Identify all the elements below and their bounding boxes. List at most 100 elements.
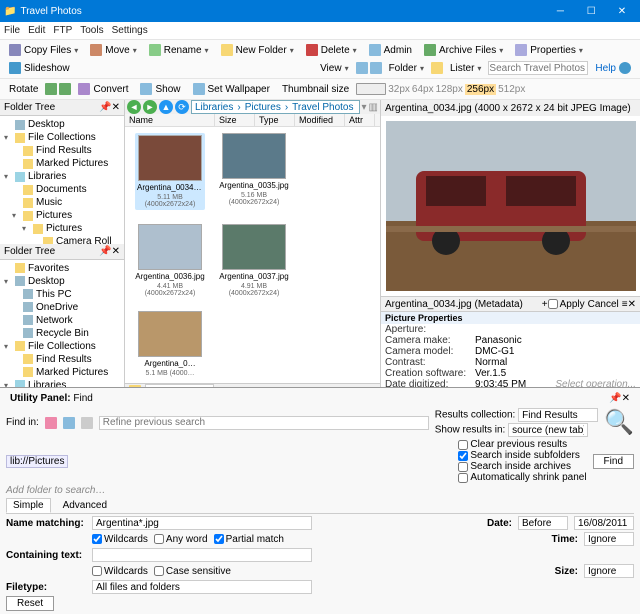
lister-dropdown[interactable]: Lister▾ (445, 61, 486, 76)
time-mode[interactable] (584, 532, 634, 546)
rotate-right-icon[interactable] (59, 83, 71, 95)
close-panel-icon-2[interactable]: ✕ (112, 246, 120, 257)
partial-checkbox[interactable]: Partial match (214, 534, 284, 545)
size-256[interactable]: 256px (465, 84, 496, 95)
help-button[interactable]: Help (590, 60, 636, 76)
copy-files-button[interactable]: Copy Files▾ (4, 42, 83, 58)
rotate-left-icon[interactable] (45, 83, 57, 95)
apply-checkbox[interactable]: Apply (548, 299, 585, 310)
clear-icon[interactable] (81, 417, 93, 429)
thumbsize-slider-icon[interactable] (356, 83, 386, 95)
containing-text-input[interactable] (92, 548, 312, 562)
convert-button[interactable]: Convert (73, 81, 133, 97)
tree-item[interactable]: ▾Libraries (2, 379, 122, 388)
view-dropdown[interactable]: View▾ (315, 61, 354, 76)
tree-item[interactable]: Network (2, 314, 122, 327)
find-filter-input[interactable] (99, 416, 429, 430)
tree-item[interactable]: Recycle Bin (2, 327, 122, 340)
view-icon-2[interactable] (370, 62, 382, 74)
tree-item[interactable]: Desktop (2, 118, 122, 131)
ct-wildcards-checkbox[interactable]: Wildcards (92, 566, 148, 577)
maximize-button[interactable]: ☐ (577, 6, 605, 17)
close-panel-icon[interactable]: ✕ (112, 102, 120, 113)
menu-ftp[interactable]: FTP (53, 25, 72, 36)
tab-simple[interactable]: Simple (6, 498, 51, 513)
date-mode[interactable] (518, 516, 568, 530)
wallpaper-button[interactable]: Set Wallpaper (188, 81, 275, 97)
menu-file[interactable]: File (4, 25, 20, 36)
forward-button[interactable]: ► (143, 100, 157, 114)
thumbnail[interactable]: Argentina_0…5.1 MB (4000… (135, 311, 205, 377)
tree-item[interactable]: OneDrive (2, 301, 122, 314)
results-collection[interactable] (518, 408, 598, 422)
show-button[interactable]: Show (135, 81, 185, 97)
prop-row[interactable]: Aperture: (381, 324, 640, 335)
search-input[interactable] (488, 61, 588, 75)
admin-button[interactable]: Admin (364, 42, 417, 58)
cancel-link[interactable]: Cancel (588, 299, 619, 310)
tab-advanced[interactable]: Advanced (57, 499, 113, 512)
history-icon[interactable] (63, 417, 75, 429)
rename-button[interactable]: Rename▾ (144, 42, 214, 58)
tree-item[interactable]: Music (2, 196, 122, 209)
tree-item[interactable]: Find Results (2, 353, 122, 366)
ct-case-checkbox[interactable]: Case sensitive (154, 566, 231, 577)
pin-icon-2[interactable]: 📌 (99, 246, 111, 257)
col-name[interactable]: Name (125, 114, 215, 126)
move-button[interactable]: Move▾ (85, 42, 141, 58)
size-mode[interactable] (584, 564, 634, 578)
col-mod[interactable]: Modified (295, 114, 345, 126)
close-utility-icon[interactable]: ✕ (622, 393, 630, 404)
pin-icon-3[interactable]: 📌 (609, 393, 621, 404)
tree-item[interactable]: ▾Libraries (2, 170, 122, 183)
thumbnail[interactable]: Argentina_0036.jpg4.41 MB (4000x2672x24) (135, 224, 205, 297)
prop-row[interactable]: Contrast:Normal (381, 357, 640, 368)
show-results-in[interactable] (508, 423, 588, 437)
menu-settings[interactable]: Settings (112, 25, 148, 36)
menu-tools[interactable]: Tools (80, 25, 103, 36)
search-sub-checkbox[interactable]: Search inside subfolders (458, 450, 586, 461)
filetype-input[interactable] (92, 580, 312, 594)
tree-item[interactable]: Marked Pictures (2, 366, 122, 379)
size-32[interactable]: 32px (388, 84, 410, 95)
close-button[interactable]: ✕ (608, 6, 636, 17)
prop-row[interactable]: Creation software:Ver.1.5 (381, 368, 640, 379)
pin-icon[interactable]: 📌 (99, 102, 111, 113)
tree-item[interactable]: ▾Desktop (2, 275, 122, 288)
col-size[interactable]: Size (215, 114, 255, 126)
tree-item[interactable]: Favorites (2, 262, 122, 275)
thumbnail[interactable]: Argentina_0034.jpg5.11 MB (4000x2672x24) (135, 133, 205, 210)
folder-icon-1[interactable] (431, 62, 443, 74)
tree-item[interactable]: ▾File Collections (2, 131, 122, 144)
tree-item[interactable]: This PC (2, 288, 122, 301)
new-folder-button[interactable]: New Folder▾ (216, 42, 299, 58)
tree-item[interactable]: ▾Pictures (2, 209, 122, 222)
name-matching-input[interactable] (92, 516, 312, 530)
archive-button[interactable]: Archive Files▾ (419, 42, 508, 58)
col-attr[interactable]: Attr (345, 114, 375, 126)
thumbnail[interactable]: Argentina_0037.jpg4.91 MB (4000x2672x24) (219, 224, 289, 297)
tree-item[interactable]: Camera Roll (2, 235, 122, 244)
minimize-button[interactable]: ─ (546, 6, 574, 17)
tree-item[interactable]: Find Results (2, 144, 122, 157)
addfolder-hint[interactable]: Add folder to search… (6, 485, 106, 496)
prop-row[interactable]: Camera make:Panasonic (381, 335, 640, 346)
find-button[interactable]: Find (593, 454, 634, 469)
col-type[interactable]: Type (255, 114, 295, 126)
breadcrumb[interactable]: Libraries›Pictures›Travel Photos (191, 100, 360, 114)
menu-edit[interactable]: Edit (28, 25, 45, 36)
up-button[interactable]: ▲ (159, 100, 173, 114)
search-arc-checkbox[interactable]: Search inside archives (458, 461, 586, 472)
tree-item[interactable]: Documents (2, 183, 122, 196)
tree-item[interactable]: ▾Pictures (2, 222, 122, 235)
clear-prev-checkbox[interactable]: Clear previous results (458, 439, 586, 450)
reset-button[interactable]: Reset (6, 596, 54, 611)
lock-icon[interactable] (45, 417, 57, 429)
tree-item[interactable]: ▾File Collections (2, 340, 122, 353)
slideshow-button[interactable]: Slideshow (4, 60, 75, 76)
date-value[interactable] (574, 516, 634, 530)
size-512[interactable]: 512px (498, 84, 525, 95)
refresh-button[interactable]: ⟳ (175, 100, 189, 114)
dual-pane-icon[interactable]: ▥ (369, 102, 378, 113)
view-icon-1[interactable] (356, 62, 368, 74)
